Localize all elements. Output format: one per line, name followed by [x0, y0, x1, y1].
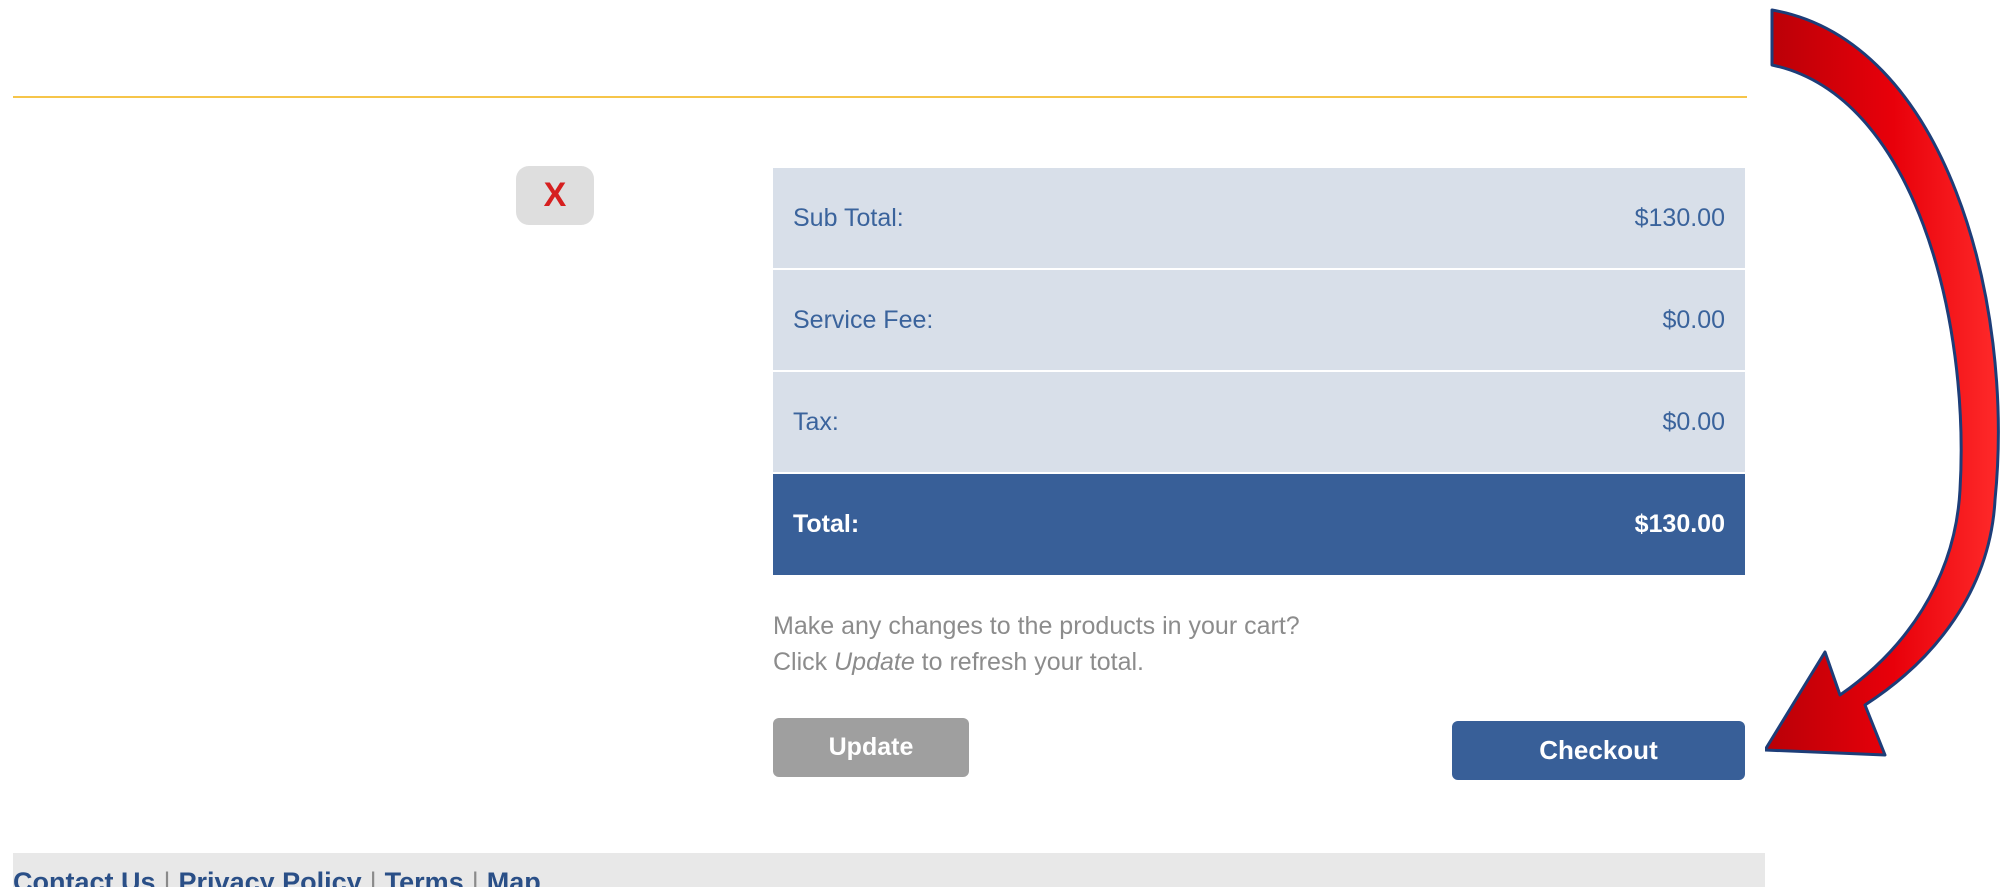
- summary-row-total: Total: $130.00: [773, 474, 1745, 575]
- header-divider: [13, 96, 1747, 98]
- total-value: $130.00: [1634, 510, 1725, 538]
- summary-label: Tax:: [793, 407, 839, 436]
- note-line-1: Make any changes to the products in your…: [773, 612, 1300, 640]
- summary-value: $0.00: [1662, 407, 1725, 436]
- summary-value: $130.00: [1634, 203, 1725, 232]
- update-button[interactable]: Update: [773, 718, 969, 777]
- footer: Contact Us | Privacy Policy | Terms | Map: [13, 853, 1765, 887]
- summary-row-subtotal: Sub Total: $130.00: [773, 168, 1745, 270]
- summary-row-tax: Tax: $0.00: [773, 372, 1745, 474]
- footer-separator: |: [163, 867, 171, 887]
- summary-label: Service Fee:: [793, 305, 934, 334]
- update-note: Make any changes to the products in your…: [773, 608, 1473, 680]
- footer-link-terms[interactable]: Terms: [385, 867, 464, 887]
- total-label: Total:: [793, 510, 860, 538]
- footer-link-privacy[interactable]: Privacy Policy: [179, 867, 362, 887]
- note-text: Click: [773, 648, 835, 676]
- footer-separator: |: [369, 867, 377, 887]
- summary-row-service-fee: Service Fee: $0.00: [773, 270, 1745, 372]
- summary-label: Sub Total:: [793, 203, 904, 232]
- footer-links: Contact Us | Privacy Policy | Terms | Map: [13, 867, 541, 887]
- summary-value: $0.00: [1662, 305, 1725, 334]
- close-icon: X: [543, 176, 567, 214]
- curved-arrow-icon: [1765, 8, 2000, 757]
- note-line-2: Click Update to refresh your total.: [773, 644, 1473, 680]
- note-emphasis: Update: [834, 648, 915, 676]
- remove-item-button[interactable]: X: [516, 166, 594, 225]
- order-summary: Sub Total: $130.00 Service Fee: $0.00 Ta…: [773, 168, 1745, 575]
- note-text: to refresh your total.: [914, 648, 1145, 676]
- footer-separator: |: [471, 867, 479, 887]
- checkout-button[interactable]: Checkout: [1452, 721, 1745, 780]
- footer-link-map[interactable]: Map: [487, 867, 541, 887]
- footer-link-contact[interactable]: Contact Us: [13, 867, 156, 887]
